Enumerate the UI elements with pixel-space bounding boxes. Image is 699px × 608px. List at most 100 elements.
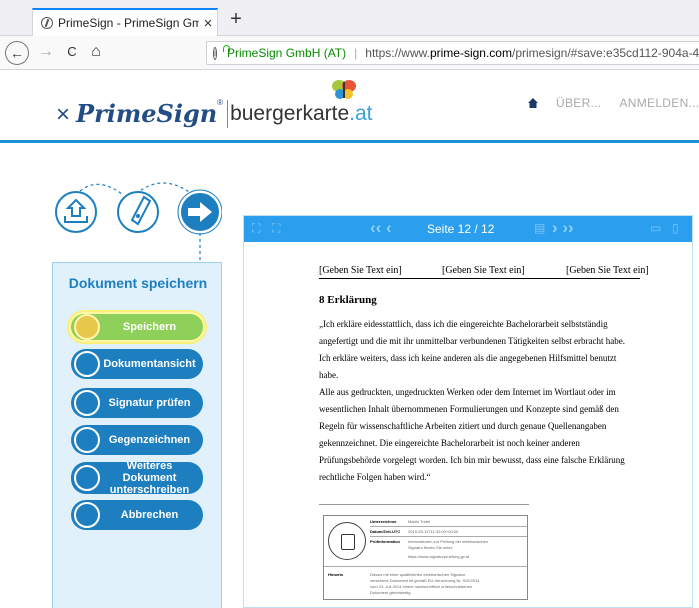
cancel-button[interactable]: Abbrechen bbox=[71, 500, 203, 530]
logo-registered: ® bbox=[217, 98, 224, 107]
tab-title: PrimeSign - PrimeSign GmbH bbox=[58, 16, 199, 30]
save-button-label: Speichern bbox=[122, 321, 177, 333]
sig-datetime-value: 2019-03-11T11:32:00+00:00 bbox=[408, 529, 459, 534]
verify-check-icon bbox=[74, 390, 100, 416]
info-icon[interactable]: i bbox=[213, 46, 217, 60]
declaration-line: „Ich erkläre eidesstattlich, dass ich di… bbox=[319, 319, 608, 329]
document-page: [Geben Sie Text ein] [Geben Sie Text ein… bbox=[244, 242, 692, 608]
sig-signer-value: Martin Trofel bbox=[408, 519, 431, 524]
page-header: [Geben Sie Text ein] [Geben Sie Text ein… bbox=[319, 265, 649, 279]
header-placeholder-center: [Geben Sie Text ein] bbox=[442, 265, 525, 276]
document-viewer: ⛶ ⛶ ‹‹ ‹ Seite 12 / 12 ▤ › ›› ▭ ▯ [Geben… bbox=[243, 215, 693, 608]
panel-title: Dokument speichern bbox=[68, 275, 208, 291]
declaration-line: Ich erkläre weiters, dass ich keine ande… bbox=[319, 353, 617, 363]
header-placeholder-left: [Geben Sie Text ein] bbox=[319, 265, 402, 276]
url-prefix: https://www. bbox=[365, 46, 430, 60]
viewer-toolbar: ⛶ ⛶ ‹‹ ‹ Seite 12 / 12 ▤ › ›› ▭ ▯ bbox=[244, 216, 692, 242]
delete-icon[interactable]: ▤ bbox=[534, 221, 545, 235]
sig-divider bbox=[370, 536, 527, 537]
sig-note-value: Dieses mit einer qualifizierten elektron… bbox=[370, 572, 466, 577]
sig-note-value-4: Dokument gleichwertig. bbox=[370, 590, 412, 595]
home-button[interactable]: ⌂ bbox=[84, 41, 108, 65]
sig-note-row: Hinweis Dieses mit einer qualifizierten e… bbox=[328, 572, 465, 577]
new-tab-button[interactable]: + bbox=[224, 8, 248, 32]
sig-note-value-2: versehene Dokument ist gemäß EU-Verordnu… bbox=[370, 578, 480, 583]
logo-divider bbox=[227, 100, 229, 128]
sig-divider bbox=[324, 566, 527, 567]
pen-nib-icon bbox=[117, 191, 159, 233]
butterfly-icon bbox=[332, 80, 356, 99]
sig-note-row-3: vom 23. Juli 2014 einem handschriftlich … bbox=[370, 584, 472, 589]
sig-divider bbox=[370, 526, 527, 527]
prev-page-button[interactable]: ‹‹ ‹ bbox=[370, 218, 392, 238]
header-divider bbox=[0, 140, 699, 143]
save-button[interactable]: Speichern bbox=[69, 312, 205, 342]
download-icon bbox=[74, 314, 100, 340]
declaration-line: habe. bbox=[319, 370, 339, 380]
sig-note-row-4: Dokument gleichwertig. bbox=[370, 590, 412, 595]
step-indicator bbox=[55, 182, 222, 260]
document-add-icon bbox=[74, 465, 100, 491]
declaration-line: Prüfungsbehörde vorgelegt worden. Ich bi… bbox=[319, 455, 625, 465]
fullscreen-icon[interactable]: ⛶ bbox=[252, 221, 260, 236]
sig-info-value: Informationen zur Prüfung der elektronis… bbox=[408, 539, 489, 544]
sig-datetime-row: Datum/Zeit-UTC 2019-03-11T11:32:00+00:00 bbox=[370, 529, 458, 534]
reload-button[interactable]: C bbox=[60, 41, 84, 65]
url-bar[interactable]: i PrimeSign GmbH (AT) | https://www. prim… bbox=[206, 41, 699, 65]
browser-navbar: ← → C ⌂ i PrimeSign GmbH (AT) | https://… bbox=[0, 36, 699, 70]
verify-signature-button[interactable]: Signatur prüfen bbox=[71, 388, 203, 418]
sig-note-row-2: versehene Dokument ist gemäß EU-Verordnu… bbox=[370, 578, 479, 583]
download-doc-icon[interactable]: ▭ bbox=[650, 221, 661, 235]
arrow-right-icon bbox=[177, 189, 222, 235]
page-indicator: Seite 12 / 12 bbox=[427, 222, 495, 236]
primesign-favicon-icon bbox=[41, 17, 53, 29]
upload-icon bbox=[55, 191, 97, 233]
top-navigation: ÜBER... ANMELDEN... bbox=[528, 96, 699, 110]
sig-info-row: Prüfinformation Informationen zur Prüfung… bbox=[370, 539, 488, 544]
sig-info-label: Prüfinformation bbox=[370, 539, 400, 544]
url-path: /primesign/#save:e35cd112-904a-44c5 bbox=[511, 46, 699, 60]
countersign-label: Gegenzeichnen bbox=[108, 434, 191, 446]
sign-another-button[interactable]: Weiteres Dokument unterschreiben bbox=[71, 460, 203, 496]
site-logo[interactable]: × PrimeSign ® buergerkarte.at bbox=[56, 78, 373, 128]
countersign-button[interactable]: Gegenzeichnen bbox=[71, 425, 203, 455]
back-button[interactable]: ← bbox=[5, 41, 29, 65]
tab-close-icon[interactable]: × bbox=[199, 15, 217, 32]
sig-note-value-3: vom 23. Juli 2014 einem handschriftlich … bbox=[370, 584, 473, 589]
section-heading: 8 Erklärung bbox=[319, 294, 377, 306]
logo-buergerkarte-text: buergerkarte bbox=[230, 102, 350, 125]
sig-info-row-2: Signatur finden Sie unter: bbox=[370, 545, 453, 550]
sig-signer-label: Unterzeichner bbox=[370, 519, 397, 524]
site-identity: PrimeSign GmbH (AT) bbox=[227, 46, 347, 60]
url-separator: | bbox=[354, 46, 358, 60]
declaration-line: angefertigt und die mit ihr unmittelbar … bbox=[319, 336, 625, 346]
signature-separator bbox=[319, 504, 529, 505]
print-icon[interactable]: ▯ bbox=[672, 221, 679, 235]
declaration-line: rechtliche Folgen haben wird.“ bbox=[319, 472, 431, 482]
save-panel: Dokument speichern Speichern Dokumentans… bbox=[52, 262, 222, 608]
close-icon bbox=[74, 502, 100, 528]
logo-buergerkarte: buergerkarte.at bbox=[230, 100, 372, 128]
declaration-line: wesentlichen Inhalt übernommenen Formuli… bbox=[319, 404, 619, 414]
signature-seal-icon bbox=[328, 522, 366, 560]
logo-cross-icon: × bbox=[56, 101, 71, 128]
nav-login[interactable]: ANMELDEN... bbox=[619, 96, 699, 110]
next-page-button[interactable]: › ›› bbox=[552, 218, 574, 238]
browser-tab[interactable]: PrimeSign - PrimeSign GmbH × bbox=[32, 8, 218, 36]
signature-block: Unterzeichner Martin Trofel Datum/Zeit-UT… bbox=[323, 515, 528, 600]
home-icon[interactable] bbox=[528, 98, 538, 108]
logo-tld: .at bbox=[349, 102, 373, 125]
sig-note-label: Hinweis bbox=[328, 572, 344, 577]
zoom-icon[interactable]: ⛶ bbox=[272, 221, 280, 236]
verify-signature-label: Signatur prüfen bbox=[108, 397, 191, 409]
sig-info-value-2: Signatur finden Sie unter: bbox=[408, 545, 454, 550]
nav-about[interactable]: ÜBER... bbox=[556, 96, 601, 110]
magnifier-icon bbox=[74, 351, 100, 377]
document-view-button[interactable]: Dokumentansicht bbox=[71, 349, 203, 379]
header-placeholder-right: [Geben Sie Text ein] bbox=[566, 265, 649, 276]
declaration-line: Regeln für wissenschaftliche Arbeiten zi… bbox=[319, 421, 607, 431]
forward-button[interactable]: → bbox=[34, 41, 58, 65]
logo-primesign: PrimeSign bbox=[76, 99, 218, 128]
pens-icon bbox=[74, 427, 100, 453]
browser-tabbar: PrimeSign - PrimeSign GmbH × + bbox=[0, 0, 699, 36]
